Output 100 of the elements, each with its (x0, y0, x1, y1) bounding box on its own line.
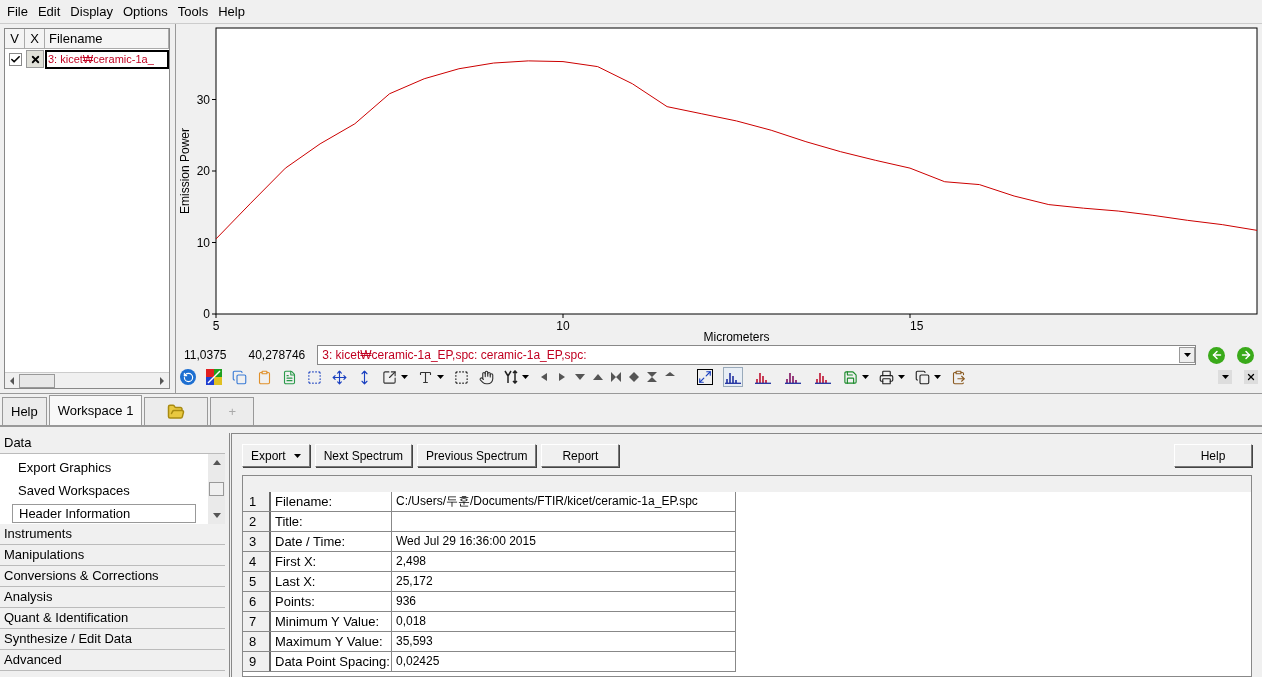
x-tick-label: 5 (212, 319, 220, 333)
field-name: Points: (271, 592, 392, 611)
dropdown-icon[interactable] (1218, 370, 1232, 384)
filename-cell[interactable]: 3: kicet₩ceramic-1a_ (45, 49, 170, 69)
row-number: 5 (243, 572, 271, 591)
toolbar-button[interactable]: Report (541, 444, 620, 467)
row-number: 8 (243, 632, 271, 651)
select-icon[interactable] (307, 369, 322, 385)
frame-icon[interactable] (454, 369, 469, 385)
y-tick-label: 20 (196, 164, 210, 178)
y-tick-label: 0 (203, 307, 210, 321)
x-axis-label: Micrometers (703, 330, 770, 342)
document-icon[interactable] (282, 369, 297, 385)
spectrum-dropdown[interactable]: 3: kicet₩ceramic-1a_EP,spc: ceramic-1a_EP,spc: (317, 345, 1196, 365)
column-header[interactable]: V (5, 29, 25, 48)
field-name: Data Point Spacing: (271, 652, 392, 671)
menu-item[interactable]: Edit (32, 1, 66, 22)
toolbar-button[interactable]: Next Spectrum (314, 444, 413, 467)
hourglass-icon[interactable] (647, 372, 657, 382)
move-icon[interactable] (332, 369, 347, 385)
caret-icon[interactable] (401, 375, 408, 379)
cursor-y-value: 40,278746 (248, 347, 306, 364)
field-value: 25,172 (392, 572, 736, 591)
y-tick-label: 30 (196, 92, 210, 107)
clipboard-icon[interactable] (257, 369, 272, 385)
field-value: 0,02425 (392, 652, 736, 671)
close-icon[interactable] (1244, 370, 1258, 384)
remove-button[interactable] (26, 50, 44, 68)
printer-icon[interactable] (879, 369, 894, 385)
text-icon[interactable] (418, 369, 433, 385)
row-number: 4 (243, 552, 271, 571)
menu-item[interactable]: Tools (172, 1, 214, 22)
up-triangle-icon[interactable] (593, 372, 603, 382)
left-triangle-icon[interactable] (539, 372, 549, 382)
checkbox[interactable] (8, 52, 22, 66)
zoom-box-icon[interactable] (697, 369, 713, 385)
caret-icon[interactable] (934, 375, 941, 379)
field-value: Wed Jul 29 16:36:00 2015 (392, 532, 736, 551)
toolbar-button[interactable]: Previous Spectrum (417, 444, 537, 467)
scroll-up-icon[interactable] (211, 458, 222, 468)
caret-icon[interactable] (293, 453, 301, 458)
field-name: Date / Time: (271, 532, 392, 551)
menu-item[interactable]: File (2, 1, 33, 22)
folder-tab[interactable] (144, 397, 209, 425)
column-header[interactable]: X (25, 29, 45, 48)
caret-icon[interactable] (1221, 375, 1229, 379)
scroll-down-icon[interactable] (211, 510, 222, 520)
paste-icon[interactable] (951, 369, 966, 385)
copy-icon[interactable] (915, 369, 930, 385)
peaks-icon[interactable] (723, 367, 743, 387)
field-name: Last X: (271, 572, 392, 591)
color-palette-icon[interactable] (206, 369, 222, 385)
row-number: 2 (243, 512, 271, 531)
down-triangle-icon[interactable] (575, 372, 585, 382)
sidebar-item[interactable]: Header Information (12, 504, 196, 523)
y-tick-label: 10 (196, 235, 210, 250)
row-number: 7 (243, 612, 271, 631)
export-dropdown[interactable]: Export (242, 444, 310, 467)
field-name: Minimum Y Value: (271, 612, 392, 631)
caret-icon[interactable] (1183, 353, 1191, 357)
column-header[interactable]: Filename (45, 29, 170, 48)
x-tick-label: 10 (556, 319, 570, 333)
scrollbar-thumb[interactable] (209, 482, 224, 496)
hand-icon[interactable] (479, 369, 494, 385)
folder-icon (167, 402, 186, 421)
refresh-icon[interactable] (180, 369, 196, 385)
y-axis-label: Emission Power (178, 128, 192, 214)
row-number: 1 (243, 492, 271, 511)
caret-icon[interactable] (898, 375, 905, 379)
x-tick-label: 15 (910, 319, 924, 333)
tab[interactable]: Workspace 1 (48, 395, 143, 425)
caret-icon[interactable] (437, 375, 444, 379)
row-number: 3 (243, 532, 271, 551)
caret-icon[interactable] (862, 375, 869, 379)
field-value: 936 (392, 592, 736, 611)
field-value: 2,498 (392, 552, 736, 571)
menu-item[interactable]: Display (65, 1, 118, 22)
tab[interactable]: Help (2, 397, 47, 425)
help-button[interactable]: Help (1174, 444, 1252, 467)
right-triangle-icon[interactable] (557, 372, 567, 382)
scrollbar-thumb[interactable] (19, 373, 55, 388)
caret-icon[interactable] (522, 375, 529, 379)
save-icon[interactable] (843, 369, 858, 385)
sidebar-item[interactable]: Saved Workspaces (12, 481, 208, 500)
field-value: C:/Users/두훈/Documents/FTIR/kicet/ceramic-1a_EP.spc (392, 492, 736, 511)
sidebar-item[interactable]: Export Graphics (12, 458, 208, 477)
bowtie-icon[interactable] (611, 372, 621, 382)
menu-item[interactable]: Options (118, 1, 173, 22)
row-number: 6 (243, 592, 271, 611)
x-icon (29, 53, 41, 65)
field-value: 35,593 (392, 632, 736, 651)
diamond-icon[interactable] (629, 372, 639, 382)
field-name: Title: (271, 512, 392, 531)
y-axis-icon[interactable] (504, 370, 518, 384)
row-number: 9 (243, 652, 271, 671)
menu-item[interactable]: Help (213, 1, 250, 22)
field-name: Maximum Y Value: (271, 632, 392, 651)
scrollbar[interactable] (208, 454, 225, 524)
field-name: First X: (271, 552, 392, 571)
export-icon[interactable] (382, 369, 397, 385)
